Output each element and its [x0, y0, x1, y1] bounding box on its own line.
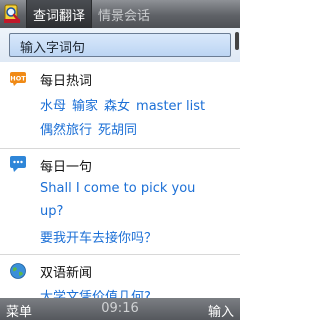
- daily-sentence-section: 每日一句 Shall I come to pick you up? 要我开车去接…: [0, 149, 240, 249]
- bilingual-news-section: 双语新闻 大学文凭价值几何?: [0, 255, 240, 298]
- tab-label: 查词翻译: [33, 8, 86, 24]
- hot-word-link[interactable]: 偶然旅行: [40, 119, 92, 138]
- daily-sentence-english-2[interactable]: up?: [40, 204, 63, 219]
- status-clock: 09:16: [101, 301, 139, 316]
- speech-bubble-icon: [10, 156, 26, 172]
- news-headline-link[interactable]: 大学文凭价值几何?: [40, 286, 151, 298]
- hot-words-line-2: 偶然旅行 死胡同: [40, 119, 143, 138]
- app-logo-icon: [0, 0, 26, 28]
- scrollbar-thumb[interactable]: [235, 32, 239, 50]
- hot-words-line-1: 水母 输家 森女 master list: [40, 95, 211, 114]
- content-list: HOT 每日热词 水母 输家 森女 master list 偶然旅行 死胡同 每日一句 …: [0, 62, 240, 298]
- globe-icon: [10, 263, 26, 279]
- hot-word-link[interactable]: master list: [136, 99, 205, 114]
- tab-label: 情景会话: [98, 8, 151, 24]
- tab-bar: 查词翻译 情景会话: [0, 0, 240, 28]
- daily-sentence-chinese[interactable]: 要我开车去接你吗？: [40, 227, 157, 246]
- search-area: 输入字词句: [0, 28, 240, 62]
- hot-words-title: 每日热词: [40, 74, 93, 89]
- tab-dictionary-translate[interactable]: 查词翻译: [26, 0, 93, 28]
- hot-word-link[interactable]: 水母: [40, 95, 66, 114]
- bilingual-news-title: 双语新闻: [40, 266, 93, 281]
- svg-text:HOT: HOT: [10, 75, 26, 83]
- search-input[interactable]: 输入字词句: [9, 33, 231, 57]
- hot-word-link[interactable]: 死胡同: [98, 119, 137, 138]
- search-placeholder: 输入字词句: [20, 41, 86, 56]
- hot-icon: HOT: [10, 71, 26, 87]
- input-soft-key[interactable]: 输入: [208, 301, 234, 320]
- tab-situational-dialog[interactable]: 情景会话: [92, 0, 156, 28]
- hot-words-section: HOT 每日热词 水母 输家 森女 master list 偶然旅行 死胡同: [0, 62, 240, 142]
- soft-key-bar: 菜单 09:16 输入: [0, 298, 240, 320]
- hot-word-link[interactable]: 输家: [72, 95, 98, 114]
- hot-word-link[interactable]: 森女: [104, 95, 130, 114]
- daily-sentence-title: 每日一句: [40, 160, 93, 175]
- daily-sentence-english-1[interactable]: Shall I come to pick you: [40, 181, 195, 196]
